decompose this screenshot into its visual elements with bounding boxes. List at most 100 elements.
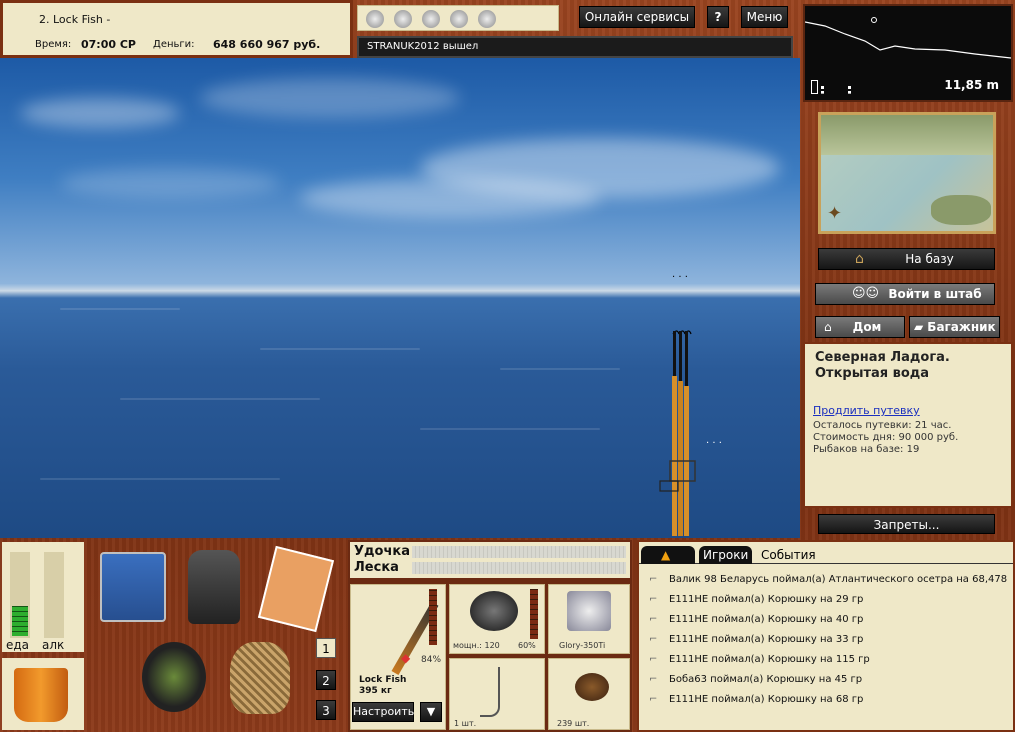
location-panel: Северная Ладога. Открытая вода Продлить … bbox=[803, 342, 1013, 508]
reel-icon bbox=[470, 591, 518, 631]
backpack-icon[interactable] bbox=[188, 550, 240, 624]
needs-meters: еда алк bbox=[2, 542, 84, 652]
float-slot[interactable]: 1 шт. bbox=[449, 658, 545, 730]
pot-icon[interactable] bbox=[142, 642, 206, 712]
time-label: Время: bbox=[35, 39, 72, 50]
bait-slot[interactable]: 239 шт. bbox=[548, 658, 630, 730]
configure-dropdown-button[interactable]: ▼ bbox=[420, 702, 442, 722]
hook-icon bbox=[480, 667, 500, 717]
slot-1-button[interactable]: 1 bbox=[316, 638, 336, 658]
tension-bars: Удочка Леска bbox=[350, 542, 630, 578]
help-button[interactable]: ? bbox=[707, 6, 729, 28]
list-item: ⌐ E111HE поймал(а) Корюшку на 115 гр bbox=[645, 650, 1013, 670]
lake-map[interactable]: ✦ bbox=[818, 112, 996, 234]
events-list: ⌐ Валик 98 Беларусь поймал(а) Атлантическ… bbox=[645, 570, 1013, 710]
warning-icon: ▲ bbox=[661, 548, 671, 562]
map-island bbox=[931, 195, 991, 225]
spoon-icon[interactable] bbox=[366, 10, 384, 28]
slot-3-button[interactable]: 3 bbox=[316, 700, 336, 720]
extend-permit-link[interactable]: Продлить путевку bbox=[813, 404, 920, 417]
menu-button[interactable]: Меню bbox=[741, 6, 788, 28]
line-slot[interactable]: Glory-350Ti bbox=[548, 584, 630, 654]
hook-icon: ⌐ bbox=[649, 694, 658, 705]
events-panel: ▲ Игроки События ⌐ Валик 98 Беларусь пойм… bbox=[637, 540, 1015, 732]
home-button[interactable]: ⌂ Дом bbox=[815, 316, 905, 338]
hook-icon: ⌐ bbox=[649, 634, 658, 645]
to-base-button[interactable]: ⌂ На базу bbox=[818, 248, 995, 270]
bobber-icon: ◆ bbox=[401, 651, 411, 665]
message-bar: STRANUK2012 вышел bbox=[357, 36, 793, 58]
join-hq-label: Войти в штаб bbox=[888, 287, 982, 301]
list-item: ⌐ Валик 98 Беларусь поймал(а) Атлантическ… bbox=[645, 570, 1013, 590]
player-name: 2. Lock Fish - bbox=[39, 13, 111, 26]
rod-name: Lock Fish bbox=[359, 675, 407, 685]
food-meter bbox=[10, 552, 30, 638]
trunk-button[interactable]: ▰ Багажник bbox=[909, 316, 1000, 338]
anglers-count: Рыбаков на базе: 19 bbox=[813, 444, 920, 455]
house-icon: ⌂ bbox=[855, 251, 864, 267]
signal-icon bbox=[821, 86, 851, 94]
spoon-icon[interactable] bbox=[450, 10, 468, 28]
bait-count: 239 шт. bbox=[557, 719, 590, 728]
tab-events[interactable]: События bbox=[757, 546, 820, 564]
notebook-icon[interactable] bbox=[257, 545, 335, 633]
hook-icon: ⌐ bbox=[649, 614, 658, 625]
message-text: STRANUK2012 вышел bbox=[367, 41, 479, 52]
snail-icon bbox=[575, 673, 609, 701]
fishing-rods[interactable] bbox=[655, 326, 715, 536]
compass-icon: ✦ bbox=[827, 203, 843, 224]
bucket-icon bbox=[14, 668, 68, 722]
line-label: Леска bbox=[354, 560, 399, 575]
alcohol-label: алк bbox=[42, 638, 65, 652]
hook-icon: ⌐ bbox=[649, 654, 658, 665]
car-icon: ▰ bbox=[914, 320, 924, 334]
line-tension-bar bbox=[412, 562, 626, 574]
people-icon: ☺☺ bbox=[852, 286, 880, 301]
food-meter-fill bbox=[12, 606, 28, 636]
feed-tabs: ▲ Игроки События bbox=[639, 542, 1013, 564]
list-item: ⌐ E111HE поймал(а) Корюшку на 68 гр bbox=[645, 690, 1013, 710]
hook-icon: ⌐ bbox=[649, 574, 658, 585]
to-base-label: На базу bbox=[905, 252, 954, 266]
tackle-panel: Удочка Леска ◆ 84% Lock Fish 395 кг Наст… bbox=[348, 540, 632, 732]
alcohol-meter bbox=[44, 552, 64, 638]
rod-percent: 84% bbox=[421, 655, 442, 665]
tab-players[interactable]: Игроки bbox=[699, 546, 753, 564]
slot-2-button[interactable]: 2 bbox=[316, 670, 336, 690]
reel-power: мощн.: 120 bbox=[453, 641, 500, 650]
remaining-permit: Осталось путевки: 21 час. bbox=[813, 420, 952, 431]
spoon-icon[interactable] bbox=[478, 10, 496, 28]
join-hq-button[interactable]: ☺☺ Войти в штаб bbox=[815, 283, 995, 305]
location-title: Северная Ладога. Открытая вода bbox=[815, 350, 950, 381]
bucket-slot[interactable] bbox=[2, 658, 84, 730]
spoon-icon[interactable] bbox=[422, 10, 440, 28]
money-label: Деньги: bbox=[153, 39, 195, 50]
home-icon: ⌂ bbox=[824, 320, 832, 334]
inventory-panel: 1 2 3 bbox=[86, 538, 348, 732]
keepnet-icon[interactable] bbox=[230, 642, 290, 714]
float-marker: · · · bbox=[706, 438, 722, 449]
money-value: 648 660 967 руб. bbox=[213, 38, 321, 51]
depth-panel: 11,85 m bbox=[803, 4, 1013, 102]
trunk-label: Багажник bbox=[927, 320, 996, 334]
online-services-button[interactable]: Онлайн сервисы bbox=[579, 6, 695, 28]
list-item: ⌐ E111HE поймал(а) Корюшку на 29 гр bbox=[645, 590, 1013, 610]
bait-strip bbox=[357, 5, 559, 31]
tab-alerts[interactable]: ▲ bbox=[641, 546, 695, 564]
time-value: 07:00 СР bbox=[81, 38, 136, 51]
bans-button[interactable]: Запреты... bbox=[818, 514, 995, 534]
depth-value: 11,85 m bbox=[944, 78, 999, 92]
battery-icon bbox=[811, 80, 818, 94]
configure-button[interactable]: Настроить bbox=[352, 702, 414, 722]
reel-slot[interactable]: мощн.: 120 60% bbox=[449, 584, 545, 654]
reel-durability-meter bbox=[530, 589, 538, 639]
rod-durability-meter bbox=[429, 589, 437, 645]
rod-weight: 395 кг bbox=[359, 686, 392, 696]
tackle-box-icon[interactable] bbox=[100, 552, 166, 622]
float-count: 1 шт. bbox=[454, 719, 477, 728]
game-viewport[interactable]: · · · · · · bbox=[0, 58, 800, 538]
status-panel: 2. Lock Fish - Время: 07:00 СР Деньги: 6… bbox=[0, 0, 353, 58]
spoon-icon[interactable] bbox=[394, 10, 412, 28]
reel-percent: 60% bbox=[518, 641, 536, 650]
map-land bbox=[821, 115, 993, 155]
